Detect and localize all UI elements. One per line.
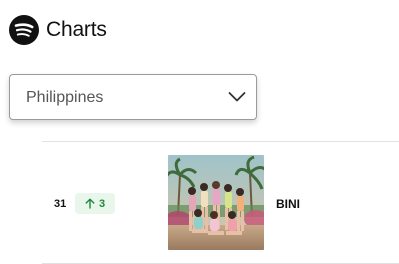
region-select-value: Philippines [26, 89, 104, 106]
chevron-down-icon [228, 92, 246, 102]
region-select[interactable]: Philippines [9, 74, 257, 120]
group-photo-icon [168, 155, 264, 250]
chart-row[interactable]: 31 3 BINI [0, 142, 399, 263]
rank-change-badge: 3 [75, 193, 115, 214]
spotify-logo-icon[interactable] [9, 15, 39, 45]
rank-change-value: 3 [98, 197, 106, 210]
artist-name[interactable]: BINI [276, 197, 300, 211]
arrow-up-icon [85, 198, 95, 209]
header: Charts [0, 0, 399, 63]
page-title: Charts [46, 18, 107, 41]
artist-image[interactable] [168, 155, 264, 250]
charts-page: Charts Philippines 31 3 BINI [0, 0, 399, 264]
chart-rank: 31 [54, 198, 67, 210]
